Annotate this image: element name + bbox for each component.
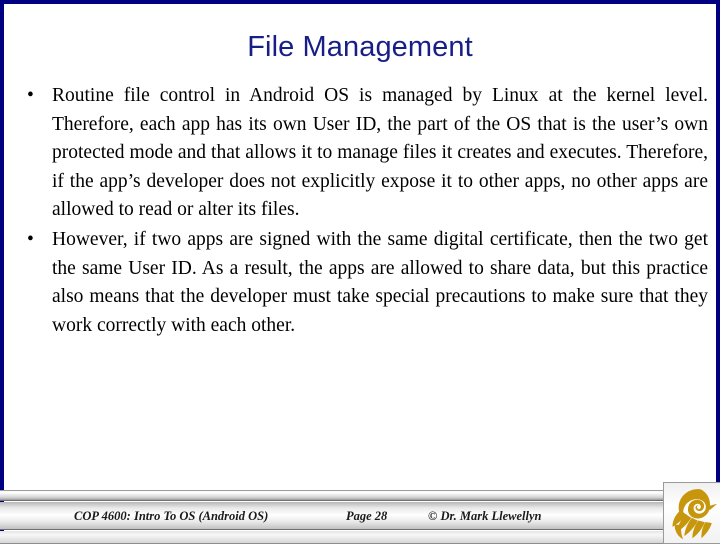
- bullet-icon: •: [27, 85, 34, 106]
- pegasus-icon: [672, 489, 718, 540]
- list-item: • Routine file control in Android OS is …: [18, 82, 708, 225]
- footer-band-bottom: [0, 531, 720, 544]
- footer-course-label: COP 4600: Intro To OS (Android OS): [74, 509, 269, 523]
- slide: File Management • Routine file control i…: [0, 0, 720, 544]
- footer-page-number: Page 28: [346, 509, 388, 523]
- list-item: • However, if two apps are signed with t…: [18, 226, 708, 340]
- page-title: File Management: [247, 31, 473, 63]
- slide-footer: COP 4600: Intro To OS (Android OS) Page …: [0, 484, 720, 544]
- footer-band-top: [0, 490, 720, 501]
- slide-body: • Routine file control in Android OS is …: [18, 82, 708, 340]
- footer-copyright: © Dr. Mark Llewellyn: [428, 509, 542, 523]
- bullet-icon: •: [27, 228, 34, 250]
- ucf-pegasus-logo: [663, 482, 720, 544]
- bullet-text: Routine file control in Android OS is ma…: [52, 85, 708, 221]
- bullet-text: However, if two apps are signed with the…: [52, 228, 708, 336]
